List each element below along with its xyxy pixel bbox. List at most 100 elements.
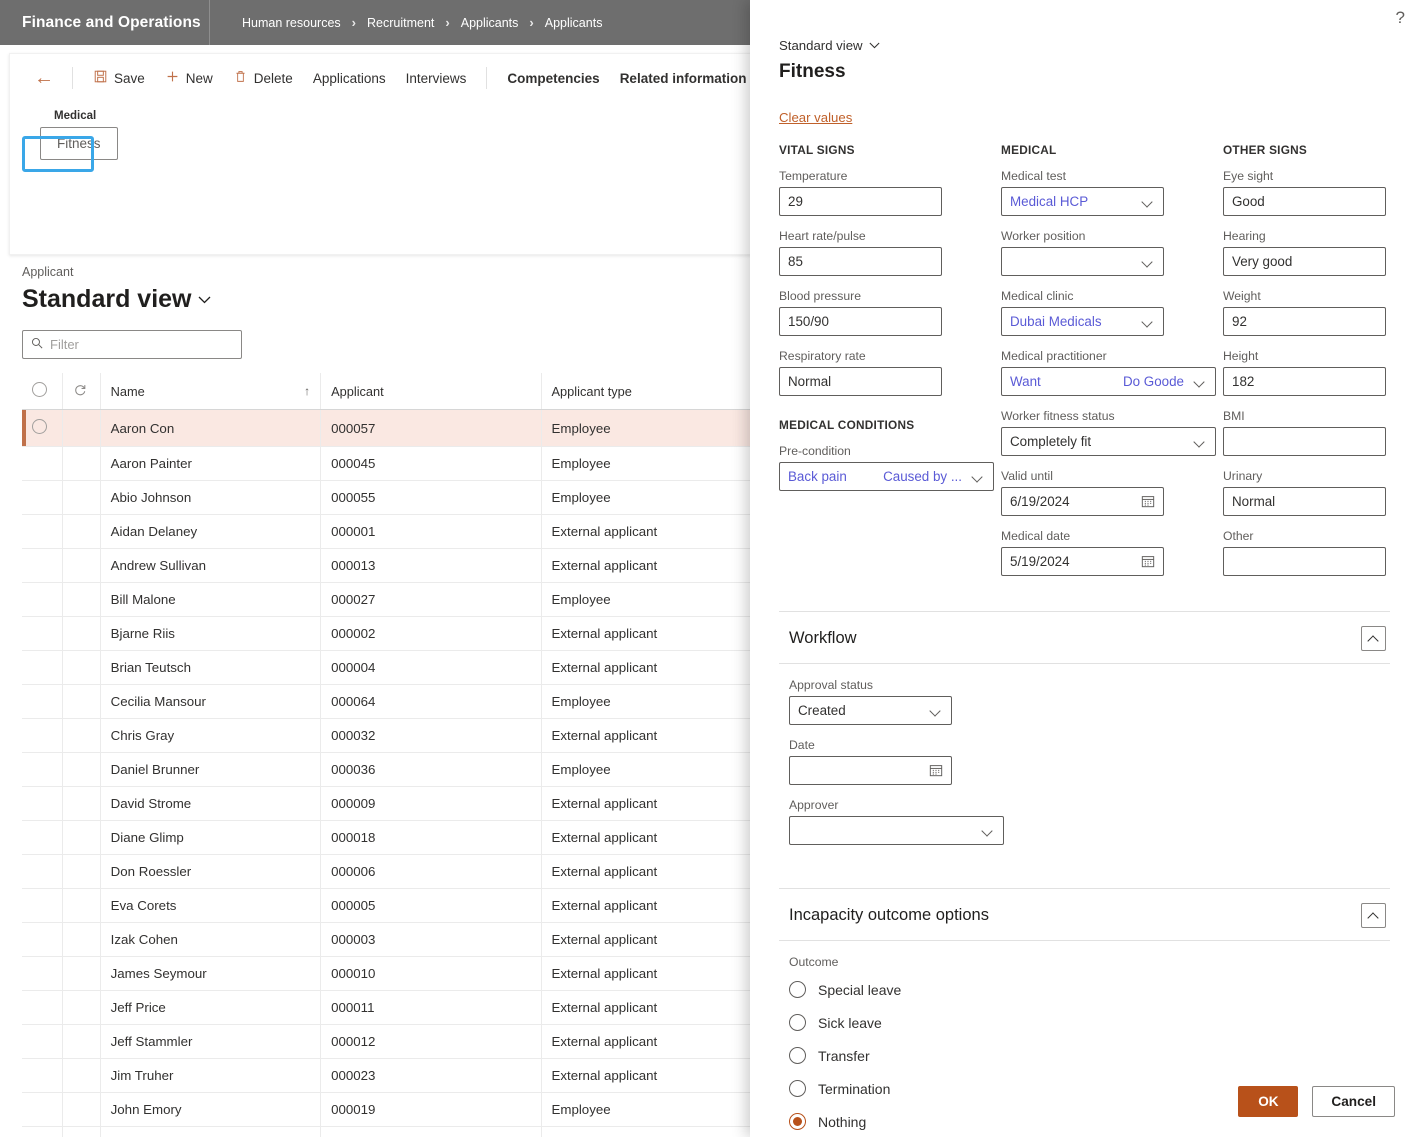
cell-name[interactable]: Jeff Stammler	[100, 1024, 322, 1059]
radio-button-icon[interactable]	[789, 1080, 806, 1097]
tab-applications[interactable]: Applications	[303, 66, 396, 91]
panel-view-selector[interactable]: Standard view	[779, 38, 1386, 53]
input-urinary[interactable]: Normal	[1223, 487, 1386, 516]
workflow-section-header[interactable]: Workflow	[779, 612, 1390, 664]
input-medical-practitioner[interactable]: Want Do Goode	[1001, 367, 1216, 396]
new-button[interactable]: New	[155, 65, 223, 91]
incapacity-collapse-button[interactable]	[1361, 903, 1386, 928]
table-row[interactable]: Don Roessler 000006 External applicant	[22, 854, 763, 889]
table-row[interactable]: John Emory 000019 Employee	[22, 1092, 763, 1127]
cell-name[interactable]: Daniel Brunner	[100, 752, 322, 787]
row-select-cell[interactable]	[22, 1092, 63, 1127]
cell-name[interactable]: Brian Teutsch	[100, 650, 322, 685]
input-weight[interactable]: 92	[1223, 307, 1386, 336]
input-height[interactable]: 182	[1223, 367, 1386, 396]
input-medical-test[interactable]: Medical HCP	[1001, 187, 1164, 216]
save-button[interactable]: Save	[83, 65, 155, 91]
input-approver[interactable]	[789, 816, 1004, 845]
chevron-down-icon[interactable]	[869, 40, 880, 52]
table-row[interactable]: Jeff Price 000011 External applicant	[22, 990, 763, 1025]
input-medical-clinic[interactable]: Dubai Medicals	[1001, 307, 1164, 336]
row-select-cell[interactable]	[22, 820, 63, 855]
input-blood-pressure[interactable]: 150/90	[779, 307, 942, 336]
cell-name[interactable]: Karina Leal	[100, 1126, 322, 1137]
table-row[interactable]: James Seymour 000010 External applicant	[22, 956, 763, 991]
tab-related-information[interactable]: Related information	[610, 66, 757, 91]
breadcrumb-item-human-resources[interactable]: Human resources	[240, 16, 343, 30]
row-select-cell[interactable]	[22, 956, 63, 991]
outcome-option-transfer[interactable]: Transfer	[789, 1039, 1380, 1072]
breadcrumb-item-applicants-current[interactable]: Applicants	[543, 16, 605, 30]
clear-values-link[interactable]: Clear values	[779, 110, 852, 125]
chevron-down-icon[interactable]	[198, 291, 211, 308]
cell-name[interactable]: Izak Cohen	[100, 922, 322, 957]
input-bmi[interactable]	[1223, 427, 1386, 456]
select-all-header[interactable]	[22, 373, 63, 410]
cell-name[interactable]: Abio Johnson	[100, 480, 322, 515]
cell-name[interactable]: Chris Gray	[100, 718, 322, 753]
tab-interviews[interactable]: Interviews	[396, 66, 477, 91]
cell-name[interactable]: Andrew Sullivan	[100, 548, 322, 583]
breadcrumb-item-applicants[interactable]: Applicants	[459, 16, 521, 30]
chevron-down-icon[interactable]	[1142, 255, 1155, 268]
row-select-cell[interactable]	[22, 752, 63, 787]
row-select-radio-icon[interactable]	[32, 419, 47, 434]
row-select-cell[interactable]	[22, 1024, 63, 1059]
select-all-radio-icon[interactable]	[32, 382, 47, 397]
table-row[interactable]: Karina Leal000008External applicant	[22, 1126, 763, 1137]
table-row[interactable]: Jeff Stammler 000012 External applicant	[22, 1024, 763, 1059]
chevron-down-icon[interactable]	[1142, 195, 1155, 208]
cell-name[interactable]: Cecilia Mansour	[100, 684, 322, 719]
table-row[interactable]: Brian Teutsch 000004 External applicant	[22, 650, 763, 685]
column-header-applicant-type[interactable]: Applicant type	[541, 373, 763, 410]
table-row[interactable]: Diane Glimp 000018 External applicant	[22, 820, 763, 855]
row-select-cell[interactable]	[22, 480, 63, 515]
input-precondition[interactable]: Back pain Caused by ...	[779, 462, 994, 491]
row-select-cell[interactable]	[22, 888, 63, 923]
row-select-cell[interactable]	[22, 514, 63, 549]
row-select-cell[interactable]	[22, 990, 63, 1025]
row-select-cell[interactable]	[22, 922, 63, 957]
column-header-name[interactable]: Name ↑	[100, 373, 322, 410]
table-row[interactable]: Chris Gray 000032 External applicant	[22, 718, 763, 753]
table-row[interactable]: Izak Cohen 000003 External applicant	[22, 922, 763, 957]
table-row[interactable]: Cecilia Mansour 000064 Employee	[22, 684, 763, 719]
cell-name[interactable]: Aaron Painter	[100, 446, 322, 481]
cell-name[interactable]: David Strome	[100, 786, 322, 821]
chevron-down-icon[interactable]	[1194, 435, 1207, 448]
cell-name[interactable]: Bjarne Riis	[100, 616, 322, 651]
page-title[interactable]: Standard view	[22, 285, 762, 314]
input-approval-status[interactable]: Created	[789, 696, 952, 725]
input-workflow-date[interactable]	[789, 756, 952, 785]
calendar-icon[interactable]	[1141, 554, 1155, 570]
input-temperature[interactable]: 29	[779, 187, 942, 216]
radio-button-icon[interactable]	[789, 1047, 806, 1064]
row-select-cell[interactable]	[22, 718, 63, 753]
calendar-icon[interactable]	[929, 763, 943, 779]
refresh-icon[interactable]	[73, 384, 87, 400]
column-header-applicant[interactable]: Applicant	[320, 373, 542, 410]
chevron-down-icon[interactable]	[982, 824, 995, 837]
calendar-icon[interactable]	[1141, 494, 1155, 510]
cell-name[interactable]: Don Roessler	[100, 854, 322, 889]
refresh-header[interactable]	[62, 373, 101, 410]
outcome-option-sick-leave[interactable]: Sick leave	[789, 1006, 1380, 1039]
fitness-button[interactable]: Fitness	[40, 127, 118, 160]
chevron-down-icon[interactable]	[930, 704, 943, 717]
sort-ascending-icon[interactable]: ↑	[304, 384, 310, 398]
input-worker-position[interactable]	[1001, 247, 1164, 276]
input-other[interactable]	[1223, 547, 1386, 576]
table-row[interactable]: Bill Malone 000027 Employee	[22, 582, 763, 617]
back-arrow-icon[interactable]: ←	[26, 68, 62, 88]
workflow-collapse-button[interactable]	[1361, 626, 1386, 651]
chevron-down-icon[interactable]	[1142, 315, 1155, 328]
row-select-cell[interactable]	[22, 1126, 63, 1137]
input-respiratory-rate[interactable]: Normal	[779, 367, 942, 396]
row-select-cell[interactable]	[22, 409, 63, 447]
table-row[interactable]: Aidan Delaney 000001 External applicant	[22, 514, 763, 549]
table-row[interactable]: Bjarne Riis 000002 External applicant	[22, 616, 763, 651]
row-select-cell[interactable]	[22, 446, 63, 481]
cell-name[interactable]: Bill Malone	[100, 582, 322, 617]
table-row[interactable]: Daniel Brunner 000036 Employee	[22, 752, 763, 787]
table-row[interactable]: Aaron Con 000057 Employee	[22, 409, 763, 447]
